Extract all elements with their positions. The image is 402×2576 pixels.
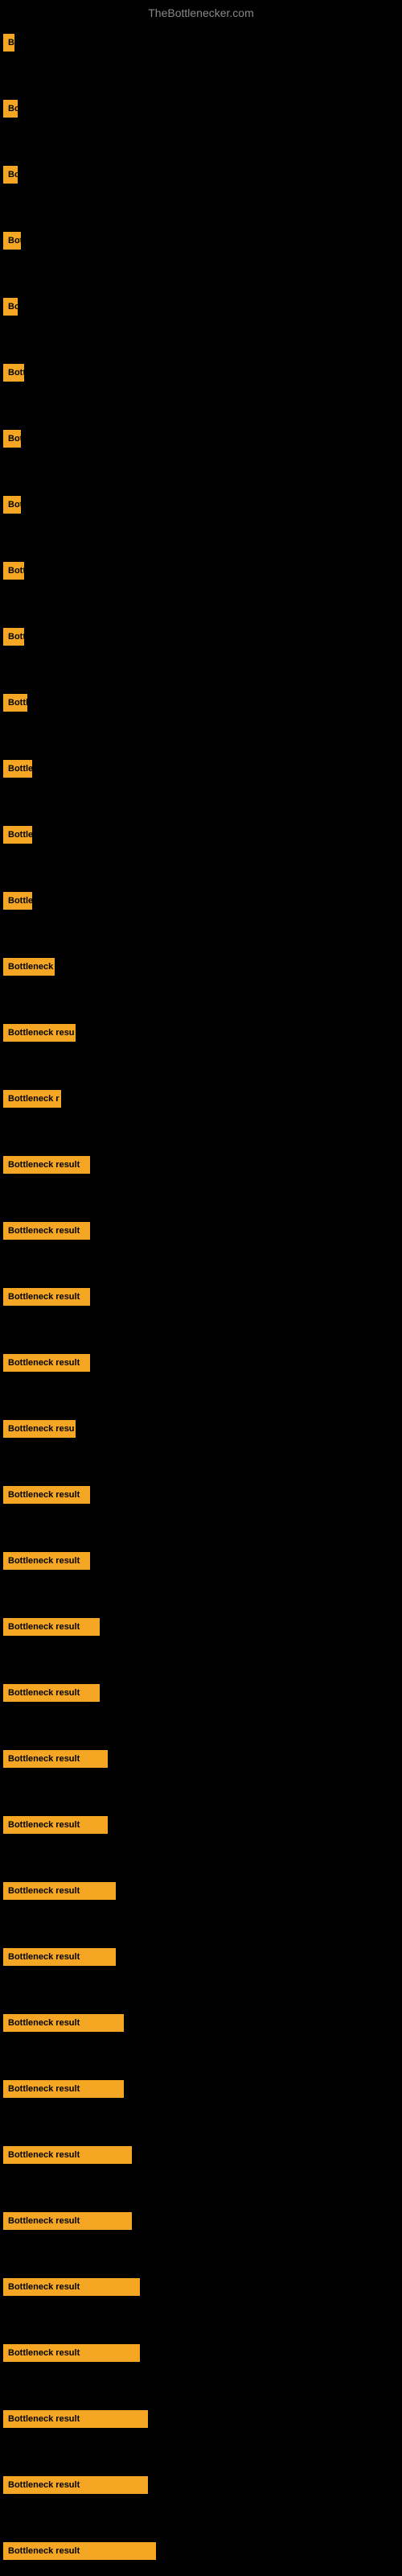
list-item: Bottleneck result [2,2077,125,2101]
bottleneck-result-badge: Bottleneck result [3,2014,124,2032]
bottleneck-result-badge: Bottleneck result [3,1882,116,1900]
bottleneck-result-badge: Bo [3,166,18,184]
list-item: Bottleneck result [2,1351,92,1375]
bottleneck-result-badge: Bottle [3,760,32,778]
list-item: Bottleneck result [2,1879,117,1903]
list-item: Bottleneck result [2,2341,142,2365]
bottleneck-result-badge: Bottleneck result [3,1156,90,1174]
list-item: Bottleneck result [2,1219,92,1243]
bottleneck-result-badge: Bottle [3,826,32,844]
site-title: TheBottlenecker.com [0,0,402,26]
list-item: Bo [2,97,19,121]
bottleneck-result-badge: Bottleneck result [3,2278,140,2296]
bottleneck-result-badge: Bo [3,298,18,316]
bottleneck-result-badge: Bot [3,232,21,250]
bottleneck-result-badge: Bottleneck result [3,1684,100,1702]
list-item: Bottleneck resu [2,1417,77,1441]
list-item: Bottleneck [2,955,56,979]
list-item: Bo [2,295,19,319]
bottleneck-result-badge: Bottleneck result [3,1750,108,1768]
list-item: Bottleneck resu [2,1021,77,1045]
bottleneck-result-badge: Bottleneck result [3,2542,156,2560]
list-item: Bott [2,559,26,583]
list-item: Bottleneck result [2,1285,92,1309]
list-item: B [2,31,16,55]
bottleneck-result-badge: Bott [3,628,24,646]
bottleneck-result-badge: Bottleneck result [3,2476,148,2494]
list-item: Bottleneck result [2,1483,92,1507]
bottleneck-result-badge: Bottleneck result [3,2410,148,2428]
list-item: Bottleneck result [2,1153,92,1177]
bottleneck-result-badge: Bottleneck result [3,1948,116,1966]
bottleneck-result-badge: Bottleneck result [3,2344,140,2362]
list-item: Bottleneck r [2,1087,63,1111]
bottleneck-result-badge: Bottle [3,892,32,910]
bottleneck-result-badge: Bottleneck result [3,1552,90,1570]
bottleneck-result-badge: Bottleneck result [3,2212,132,2230]
list-item: Bottleneck result [2,1945,117,1969]
list-item: Bottleneck result [2,2407,150,2431]
list-item: Bo [2,163,19,187]
list-item: Bottleneck result [2,2209,133,2233]
list-item: Bottleneck result [2,2011,125,2035]
list-item: Bottleneck result [2,2539,158,2563]
bottleneck-result-badge: B [3,34,14,52]
list-item: Bottleneck result [2,1747,109,1771]
list-item: Bottleneck result [2,1681,101,1705]
bottleneck-result-badge: Bottleneck result [3,1618,100,1636]
list-item: Bot [2,229,23,253]
bottleneck-result-badge: Bottleneck result [3,1486,90,1504]
bottleneck-result-badge: Bottleneck result [3,1354,90,1372]
bottleneck-result-badge: Bottleneck r [3,1090,61,1108]
list-item: Bott [2,625,26,649]
list-item: Bottleneck result [2,2275,142,2299]
list-item: Bottleneck result [2,1813,109,1837]
bottleneck-result-badge: Bottl [3,694,27,712]
list-item: Bottleneck result [2,2473,150,2497]
list-item: Bottle [2,823,34,847]
list-item: Bottle [2,889,34,913]
bottleneck-result-badge: Bottleneck result [3,1288,90,1306]
bottleneck-result-badge: Bottleneck [3,958,55,976]
list-item: Bottleneck result [2,1615,101,1639]
bottleneck-result-badge: Bottleneck result [3,1222,90,1240]
list-item: Bot [2,493,23,517]
list-item: Bot [2,427,23,451]
bottleneck-result-badge: Bottleneck result [3,2146,132,2164]
bottleneck-result-badge: Bottleneck result [3,1816,108,1834]
bottleneck-result-badge: Bo [3,100,18,118]
list-item: Bott [2,361,26,385]
bottleneck-result-badge: Bottleneck result [3,2080,124,2098]
bottleneck-result-badge: Bot [3,496,21,514]
bottleneck-result-badge: Bottleneck resu [3,1420,76,1438]
list-item: Bottle [2,757,34,781]
bottleneck-result-badge: Bot [3,430,21,448]
bottleneck-result-badge: Bott [3,562,24,580]
bottleneck-result-badge: Bott [3,364,24,382]
bottleneck-result-badge: Bottleneck resu [3,1024,76,1042]
list-item: Bottleneck result [2,1549,92,1573]
list-item: Bottl [2,691,29,715]
list-item: Bottleneck result [2,2143,133,2167]
